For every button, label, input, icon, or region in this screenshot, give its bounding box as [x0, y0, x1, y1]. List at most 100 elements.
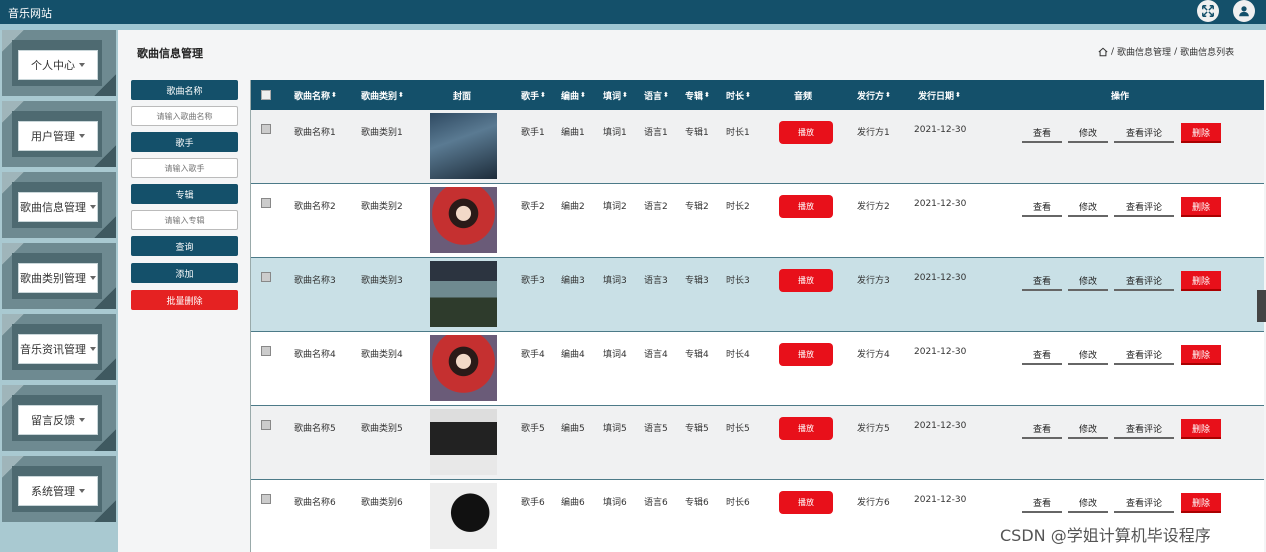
edit-button[interactable]: 修改: [1068, 493, 1108, 513]
view-comments-button[interactable]: 查看评论: [1114, 419, 1174, 439]
cover-image[interactable]: [430, 261, 497, 327]
edit-button[interactable]: 修改: [1068, 419, 1108, 439]
sidebar-item-song-category[interactable]: 歌曲类别管理: [0, 243, 118, 311]
breadcrumb-section[interactable]: 歌曲信息管理: [1117, 45, 1171, 58]
view-comments-button[interactable]: 查看评论: [1114, 271, 1174, 291]
th-cover: 封面: [453, 91, 472, 102]
row-checkbox[interactable]: [261, 198, 271, 208]
row-checkbox[interactable]: [261, 494, 271, 504]
th-category[interactable]: 歌曲类别 ⬍: [361, 80, 404, 110]
cell-language: 语言1: [644, 128, 668, 138]
album-label: 专辑: [131, 184, 238, 204]
song-name-input[interactable]: [131, 106, 238, 126]
delete-button[interactable]: 删除: [1181, 197, 1221, 217]
th-album[interactable]: 专辑 ⬍: [685, 80, 710, 110]
cover-image[interactable]: [430, 113, 497, 179]
th-date[interactable]: 发行日期 ⬍: [918, 80, 961, 110]
th-name[interactable]: 歌曲名称 ⬍: [294, 80, 337, 110]
view-button[interactable]: 查看: [1022, 123, 1062, 143]
row-checkbox[interactable]: [261, 420, 271, 430]
select-all-checkbox[interactable]: [261, 90, 271, 100]
cover-image[interactable]: [430, 187, 497, 253]
play-button[interactable]: 播放: [779, 343, 833, 366]
table-row: 歌曲名称5 歌曲类别5 歌手5 编曲5 填词5 语言5 专辑5 时长5 播放 发…: [251, 406, 1264, 480]
play-button[interactable]: 播放: [779, 269, 833, 292]
view-button[interactable]: 查看: [1022, 271, 1062, 291]
sidebar-item-feedback[interactable]: 留言反馈: [0, 385, 118, 453]
cell-date: 2021-12-30: [914, 347, 967, 357]
edit-button[interactable]: 修改: [1068, 345, 1108, 365]
delete-button[interactable]: 删除: [1181, 271, 1221, 291]
view-button[interactable]: 查看: [1022, 419, 1062, 439]
view-button[interactable]: 查看: [1022, 345, 1062, 365]
cell-date: 2021-12-30: [914, 421, 967, 431]
cell-publisher: 发行方6: [857, 498, 890, 508]
table-row: 歌曲名称3 歌曲类别3 歌手3 编曲3 填词3 语言3 专辑3 时长3 播放 发…: [251, 258, 1264, 332]
cover-image[interactable]: [430, 335, 497, 401]
home-icon[interactable]: [1098, 47, 1108, 57]
table-header: 歌曲名称 ⬍ 歌曲类别 ⬍ 封面 歌手 ⬍ 编曲 ⬍ 填词 ⬍ 语言 ⬍ 专辑 ⬍ 时长 ⬍ 音…: [251, 80, 1264, 110]
user-avatar-icon[interactable]: [1233, 0, 1255, 22]
cell-publisher: 发行方4: [857, 350, 890, 360]
view-comments-button[interactable]: 查看评论: [1114, 345, 1174, 365]
th-singer[interactable]: 歌手 ⬍: [521, 80, 546, 110]
album-input[interactable]: [131, 210, 238, 230]
th-lyricist[interactable]: 填词 ⬍: [603, 80, 628, 110]
sort-icon: ⬍: [540, 91, 546, 99]
view-comments-button[interactable]: 查看评论: [1114, 123, 1174, 143]
delete-button[interactable]: 删除: [1181, 419, 1221, 439]
cell-name: 歌曲名称3: [294, 276, 336, 286]
query-button[interactable]: 查询: [131, 236, 238, 256]
cell-lyricist: 填词1: [603, 128, 627, 138]
song-table: 歌曲名称 ⬍ 歌曲类别 ⬍ 封面 歌手 ⬍ 编曲 ⬍ 填词 ⬍ 语言 ⬍ 专辑 ⬍ 时长 ⬍ 音…: [250, 80, 1264, 552]
sidebar-item-music-news[interactable]: 音乐资讯管理: [0, 314, 118, 382]
delete-button[interactable]: 删除: [1181, 345, 1221, 365]
batch-delete-button[interactable]: 批量删除: [131, 290, 238, 310]
th-language[interactable]: 语言 ⬍: [644, 80, 669, 110]
edit-button[interactable]: 修改: [1068, 197, 1108, 217]
table-row: 歌曲名称1 歌曲类别1 歌手1 编曲1 填词1 语言1 专辑1 时长1 播放 发…: [251, 110, 1264, 184]
edit-button[interactable]: 修改: [1068, 271, 1108, 291]
cell-composer: 编曲4: [561, 350, 585, 360]
row-checkbox[interactable]: [261, 272, 271, 282]
sidebar-item-user-management[interactable]: 用户管理: [0, 101, 118, 169]
edit-button[interactable]: 修改: [1068, 123, 1108, 143]
caret-down-icon: [79, 134, 85, 138]
singer-input[interactable]: [131, 158, 238, 178]
add-button[interactable]: 添加: [131, 263, 238, 283]
play-button[interactable]: 播放: [779, 491, 833, 514]
fullscreen-icon[interactable]: [1197, 0, 1219, 22]
caret-down-icon: [90, 347, 96, 351]
row-checkbox[interactable]: [261, 346, 271, 356]
sidebar-item-system[interactable]: 系统管理: [0, 456, 118, 524]
th-duration[interactable]: 时长 ⬍: [726, 80, 751, 110]
row-checkbox[interactable]: [261, 124, 271, 134]
cell-album: 专辑3: [685, 276, 709, 286]
cell-category: 歌曲类别6: [361, 498, 403, 508]
view-comments-button[interactable]: 查看评论: [1114, 493, 1174, 513]
sidebar-item-song-info[interactable]: 歌曲信息管理: [0, 172, 118, 240]
play-button[interactable]: 播放: [779, 195, 833, 218]
delete-button[interactable]: 删除: [1181, 123, 1221, 143]
breadcrumb: / 歌曲信息管理 / 歌曲信息列表: [1098, 45, 1234, 58]
caret-down-icon: [79, 418, 85, 422]
cell-singer: 歌手2: [521, 202, 545, 212]
cover-image[interactable]: [430, 409, 497, 475]
play-button[interactable]: 播放: [779, 417, 833, 440]
sidebar-item-personal-center[interactable]: 个人中心: [0, 30, 118, 98]
cell-album: 专辑4: [685, 350, 709, 360]
caret-down-icon: [90, 205, 96, 209]
view-button[interactable]: 查看: [1022, 197, 1062, 217]
cover-image[interactable]: [430, 483, 497, 549]
cell-duration: 时长4: [726, 350, 750, 360]
delete-button[interactable]: 删除: [1181, 493, 1221, 513]
th-composer[interactable]: 编曲 ⬍: [561, 80, 586, 110]
view-button[interactable]: 查看: [1022, 493, 1062, 513]
th-publisher[interactable]: 发行方 ⬍: [857, 80, 891, 110]
view-comments-button[interactable]: 查看评论: [1114, 197, 1174, 217]
cell-name: 歌曲名称1: [294, 128, 336, 138]
cell-singer: 歌手1: [521, 128, 545, 138]
play-button[interactable]: 播放: [779, 121, 833, 144]
side-collapse-handle[interactable]: [1257, 290, 1266, 322]
cell-duration: 时长2: [726, 202, 750, 212]
